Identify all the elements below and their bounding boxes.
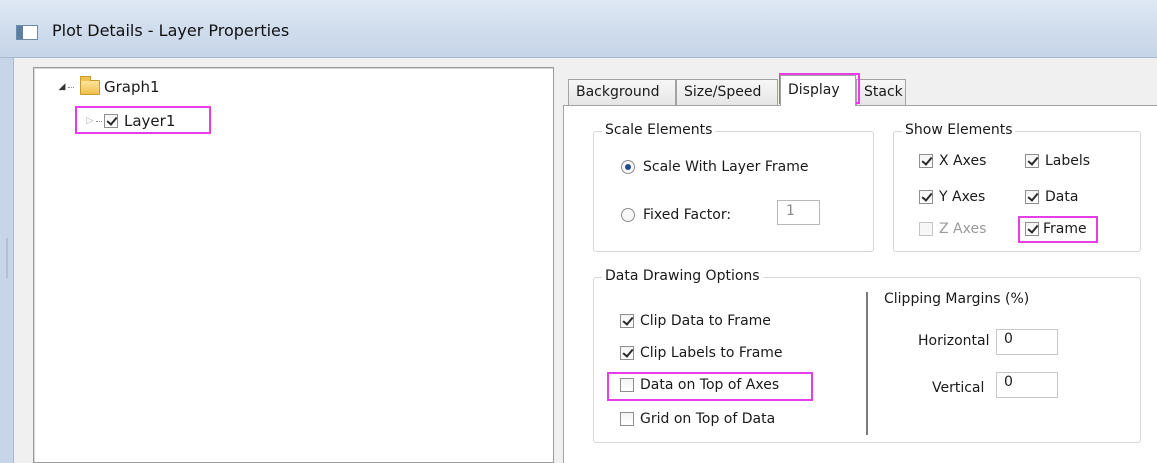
scale-elements-group: Scale Elements (593, 122, 874, 252)
layer-tree[interactable]: ◢ Graph1 ▷ Layer1 (33, 67, 554, 463)
tree-connector (96, 120, 102, 122)
data-on-top-of-axes-checkbox[interactable]: Data on Top of Axes (620, 377, 779, 393)
checkbox (919, 222, 933, 236)
checkbox[interactable] (919, 190, 933, 204)
radio-button[interactable] (621, 160, 635, 174)
checkbox[interactable] (919, 154, 933, 168)
checkbox[interactable] (620, 412, 634, 426)
checkbox[interactable] (1025, 222, 1039, 236)
clip-labels-to-frame-checkbox[interactable]: Clip Labels to Frame (620, 345, 783, 361)
tab-stack[interactable]: Stack (856, 79, 906, 106)
option-label: X Axes (939, 153, 987, 169)
checkbox[interactable] (620, 378, 634, 392)
x-axes-checkbox[interactable]: X Axes (919, 153, 986, 169)
tab-background[interactable]: Background (568, 79, 676, 106)
collapse-arrow-icon[interactable]: ▷ (84, 116, 96, 126)
option-label: Data (1045, 189, 1079, 205)
scale-with-layer-frame-option[interactable]: Scale With Layer Frame (621, 159, 808, 175)
checkbox[interactable] (1025, 190, 1039, 204)
frame-checkbox[interactable]: Frame (1025, 221, 1087, 237)
checkbox[interactable] (620, 346, 634, 360)
tree-item-layer1[interactable]: ▷ Layer1 (84, 110, 176, 132)
option-label: Frame (1043, 221, 1087, 237)
z-axes-checkbox: Z Axes (919, 221, 986, 237)
vertical-separator (866, 292, 868, 435)
fixed-factor-option[interactable]: Fixed Factor: (621, 207, 731, 223)
option-label: Y Axes (939, 189, 986, 205)
tree-connector (68, 86, 74, 88)
clip-data-to-frame-checkbox[interactable]: Clip Data to Frame (620, 313, 771, 329)
checkbox[interactable] (620, 314, 634, 328)
option-label: Labels (1045, 153, 1091, 169)
window-icon (16, 25, 38, 40)
title-bar: Plot Details - Layer Properties (0, 0, 1157, 58)
option-label: Clip Labels to Frame (640, 345, 783, 361)
option-label: Data on Top of Axes (640, 377, 780, 393)
tree-item-label: Layer1 (124, 112, 176, 130)
fixed-factor-input[interactable]: 1 (777, 200, 820, 225)
vertical-margin-input[interactable]: 0 (996, 372, 1058, 398)
horizontal-label: Horizontal (918, 333, 990, 349)
group-title: Data Drawing Options (602, 268, 763, 284)
option-label: Clip Data to Frame (640, 313, 771, 329)
option-label: Grid on Top of Data (640, 411, 776, 427)
window-title: Plot Details - Layer Properties (52, 21, 290, 40)
y-axes-checkbox[interactable]: Y Axes (919, 189, 985, 205)
radio-button[interactable] (621, 208, 635, 222)
vertical-label: Vertical (932, 380, 985, 396)
expand-arrow-icon[interactable]: ◢ (56, 82, 68, 92)
data-checkbox[interactable]: Data (1025, 189, 1078, 205)
tab-display[interactable]: Display (780, 75, 856, 106)
horizontal-margin-input[interactable]: 0 (996, 329, 1058, 355)
grid-on-top-of-data-checkbox[interactable]: Grid on Top of Data (620, 411, 775, 427)
tree-item-label: Graph1 (104, 78, 160, 96)
layer1-checkbox[interactable] (104, 114, 118, 128)
group-title: Scale Elements (602, 122, 716, 138)
option-label: Z Axes (939, 221, 987, 237)
folder-icon (80, 75, 100, 95)
checkbox[interactable] (1025, 154, 1039, 168)
tree-item-graph1[interactable]: ◢ Graph1 (56, 75, 160, 98)
group-title: Show Elements (902, 122, 1016, 138)
option-label: Fixed Factor: (643, 207, 732, 223)
window-frame-left (0, 58, 14, 463)
clipping-margins-title: Clipping Margins (%) (884, 291, 1030, 307)
option-label: Scale With Layer Frame (643, 159, 809, 175)
tab-size-speed[interactable]: Size/Speed (676, 79, 778, 106)
labels-checkbox[interactable]: Labels (1025, 153, 1090, 169)
